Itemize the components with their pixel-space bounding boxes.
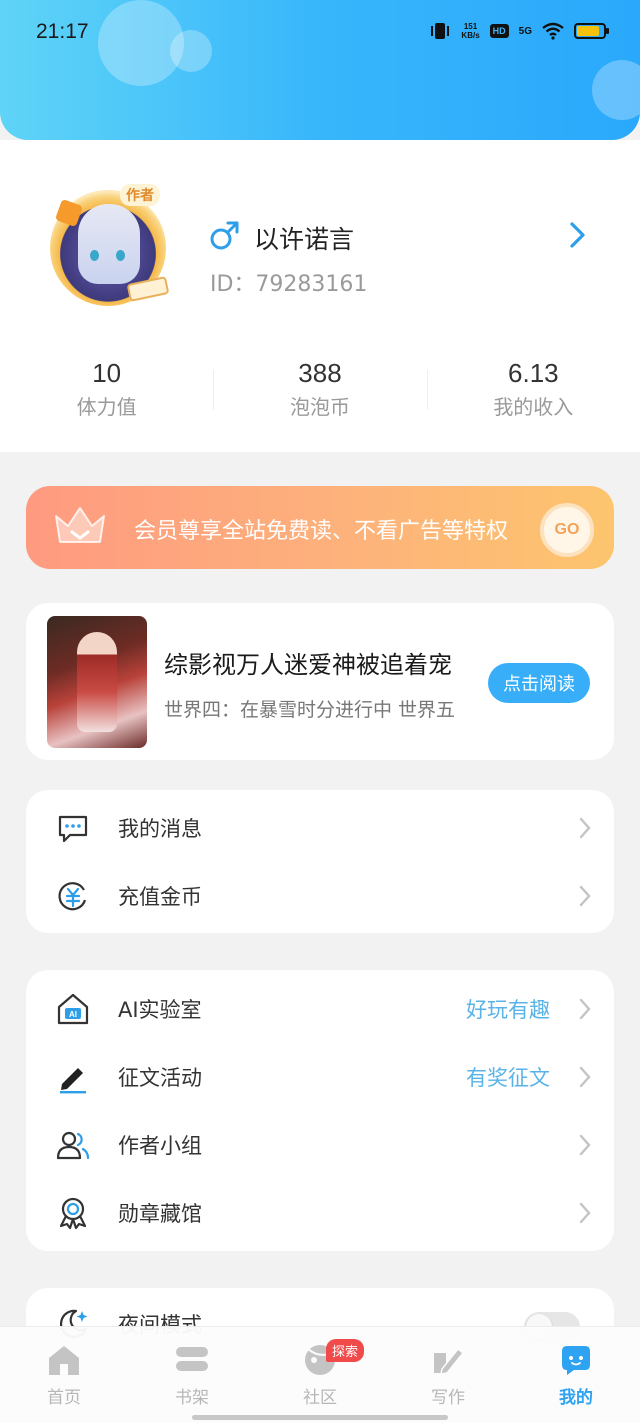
author-tag: 作者 — [120, 184, 160, 206]
vibrate-icon — [431, 23, 450, 39]
vip-text: 会员尊享全站免费读、不看广告等特权 — [134, 519, 509, 544]
chevron-right-icon[interactable] — [566, 220, 590, 250]
read-button[interactable]: 点击阅读 — [488, 663, 590, 703]
stats-row: 10 体力值 388 泡泡币 6.13 我的收入 — [0, 358, 640, 428]
nav-write[interactable]: 写作 — [384, 1327, 512, 1423]
header-background: 21:17 151 KB/s HD 5G — [0, 0, 640, 140]
nav-home[interactable]: 首页 — [0, 1327, 128, 1423]
recent-book-card[interactable]: 综影视万人迷爱神被追着宠 世界四：在暴雪时分进行中 世界五 点击阅读 — [26, 603, 614, 760]
menu-item-messages[interactable]: 我的消息 — [26, 794, 614, 862]
chevron-right-icon — [579, 1066, 591, 1088]
nav-community[interactable]: 探索 社区 — [256, 1327, 384, 1423]
menu-card-2: AI AI实验室 好玩有趣 征文活动 有奖征文 作者小组 勋章藏馆 — [26, 970, 614, 1251]
menu-card-1: 我的消息 充值金币 — [26, 790, 614, 933]
go-button[interactable]: GO — [540, 503, 594, 557]
ai-lab-icon: AI — [57, 993, 89, 1025]
nav-mine[interactable]: 我的 — [512, 1327, 640, 1423]
male-icon — [210, 221, 239, 250]
explore-badge: 探索 — [326, 1339, 365, 1362]
menu-item-medal-hall[interactable]: 勋章藏馆 — [26, 1179, 614, 1247]
home-indicator — [192, 1415, 448, 1420]
status-icons: 151 KB/s HD 5G — [429, 22, 609, 40]
coin-recharge-icon — [58, 882, 87, 911]
battery-icon — [574, 23, 609, 39]
chevron-right-icon — [579, 998, 591, 1020]
bookshelf-icon — [176, 1347, 208, 1371]
write-icon — [434, 1347, 465, 1375]
vip-banner[interactable]: 会员尊享全站免费读、不看广告等特权 GO — [26, 486, 614, 569]
nav-bookshelf[interactable]: 书架 — [128, 1327, 256, 1423]
5g-signal-icon: 5G — [518, 25, 532, 37]
wifi-icon — [542, 22, 564, 40]
message-icon — [58, 815, 88, 843]
pen-icon — [60, 1068, 86, 1094]
status-time: 21:17 — [36, 20, 89, 43]
menu-item-recharge[interactable]: 充值金币 — [26, 862, 614, 930]
profile-section: 作者 以许诺言 ID：79283161 10 体力值 388 泡泡币 6.13 … — [0, 140, 640, 452]
crown-icon — [55, 507, 105, 543]
book-progress: 世界四：在暴雪时分进行中 世界五 — [164, 699, 456, 721]
book-title: 综影视万人迷爱神被追着宠 — [164, 651, 452, 679]
chevron-right-icon — [579, 1202, 591, 1224]
chevron-right-icon — [579, 1134, 591, 1156]
bottom-nav: 首页 书架 探索 社区 写作 我的 — [0, 1326, 640, 1423]
chevron-right-icon — [579, 817, 591, 839]
stat-income[interactable]: 6.13 我的收入 — [426, 358, 640, 428]
chevron-right-icon — [579, 885, 591, 907]
hd-icon: HD — [489, 24, 509, 38]
svg-text:AI: AI — [69, 1010, 77, 1019]
home-icon — [49, 1346, 79, 1375]
book-cover[interactable] — [47, 616, 147, 748]
net-speed: 151 KB/s — [461, 22, 480, 40]
mine-icon — [562, 1346, 590, 1375]
user-id: ID：79283161 — [210, 272, 368, 297]
author-group-icon — [56, 1131, 90, 1160]
stat-bubble-coins[interactable]: 388 泡泡币 — [213, 358, 426, 428]
stat-stamina[interactable]: 10 体力值 — [0, 358, 213, 428]
decor-bubble — [170, 30, 212, 72]
menu-item-essay-contest[interactable]: 征文活动 有奖征文 — [26, 1043, 614, 1111]
decor-bubble — [592, 60, 640, 120]
avatar[interactable]: 作者 — [44, 184, 174, 314]
username: 以许诺言 — [254, 225, 355, 254]
menu-item-ai-lab[interactable]: AI AI实验室 好玩有趣 — [26, 975, 614, 1043]
medal-icon — [59, 1197, 87, 1230]
menu-item-author-group[interactable]: 作者小组 — [26, 1111, 614, 1179]
